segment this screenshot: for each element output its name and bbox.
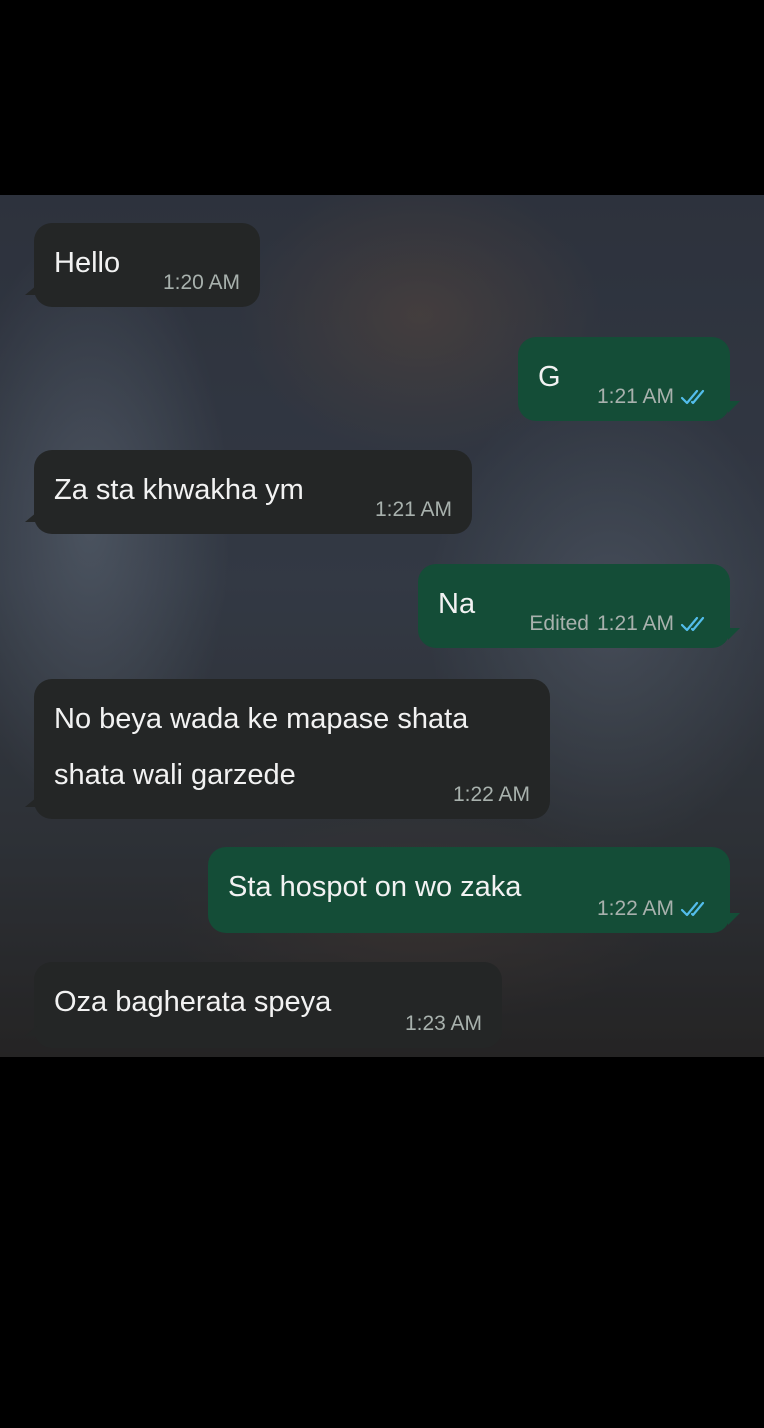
message-time: 1:23 AM [404, 1012, 482, 1035]
message-meta: 1:23 AM [405, 1012, 482, 1036]
edited-label: Edited [529, 612, 589, 635]
incoming-message[interactable]: Hello 1:20 AM [25, 223, 260, 307]
read-double-check-icon [680, 616, 705, 632]
message-meta: 1:22 AM [453, 783, 530, 807]
incoming-message[interactable]: No beya wada ke mapase shata shata wali … [25, 679, 550, 819]
message-time: 1:20 AM [162, 271, 240, 294]
message-time: 1:21 AM [596, 612, 674, 635]
read-double-check-icon [680, 389, 705, 405]
incoming-message[interactable]: Za sta khwakha ym 1:21 AM [25, 450, 472, 534]
message-meta: 1:22 AM [597, 897, 710, 921]
message-time: 1:22 AM [452, 783, 530, 806]
message-time: 1:21 AM [374, 498, 452, 521]
read-double-check-icon [680, 901, 705, 917]
outgoing-message[interactable]: G 1:21 AM [518, 337, 740, 421]
chat-area[interactable]: Hello 1:20 AM G 1:21 AM Za sta khwakha y… [0, 195, 764, 1057]
message-meta: 1:21 AM [597, 385, 710, 409]
message-meta: 1:20 AM [163, 271, 240, 295]
message-meta: Edited 1:21 AM [529, 612, 710, 636]
message-time: 1:22 AM [596, 897, 674, 920]
message-meta: 1:21 AM [375, 498, 452, 522]
outgoing-message[interactable]: Sta hospot on wo zaka 1:22 AM [208, 847, 740, 933]
outgoing-message[interactable]: Na Edited 1:21 AM [418, 564, 740, 648]
message-time: 1:21 AM [596, 385, 674, 408]
incoming-message[interactable]: Oza bagherata speya 1:23 AM [25, 962, 502, 1048]
